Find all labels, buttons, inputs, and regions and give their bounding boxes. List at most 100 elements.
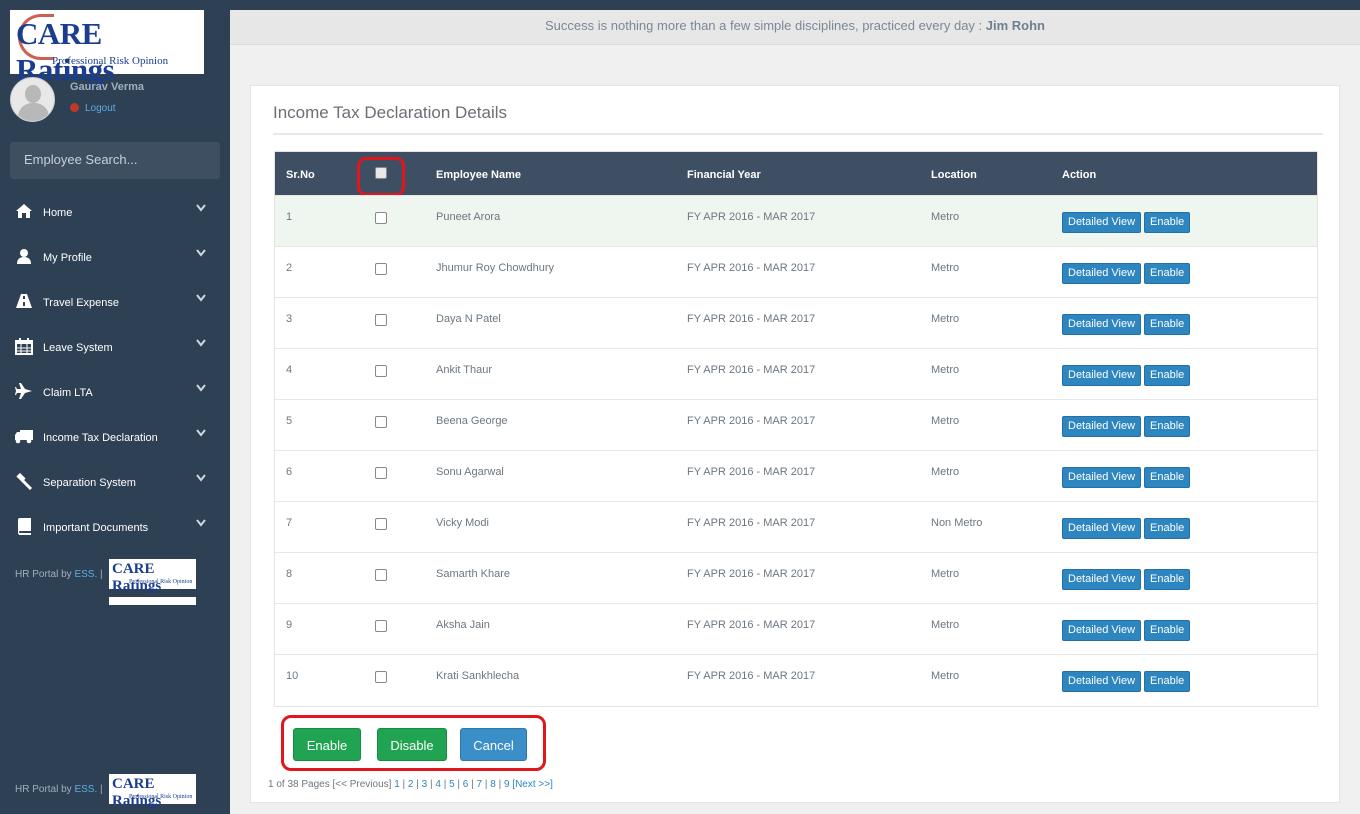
separator: | xyxy=(97,569,103,580)
disable-button[interactable]: Disable xyxy=(377,728,447,761)
avatar[interactable] xyxy=(10,77,55,122)
detailed-view-button[interactable]: Detailed View xyxy=(1062,518,1142,539)
status-dot-icon xyxy=(70,103,79,112)
cell-employee-name: Aksha Jain xyxy=(436,619,490,631)
cell-location: Metro xyxy=(931,364,960,376)
quote-author: Jim Rohn xyxy=(985,18,1045,33)
row-checkbox[interactable] xyxy=(375,569,387,581)
row-checkbox[interactable] xyxy=(375,620,387,632)
page-link-4[interactable]: 4 xyxy=(435,779,441,790)
cell-srno: 2 xyxy=(286,262,293,274)
enable-row-button[interactable]: Enable xyxy=(1144,569,1191,590)
page-summary: 1 of 38 Pages xyxy=(268,779,333,790)
page-link-6[interactable]: 6 xyxy=(463,779,469,790)
cancel-button[interactable]: Cancel xyxy=(460,728,527,761)
detailed-view-button[interactable]: Detailed View xyxy=(1062,263,1142,284)
enable-row-button[interactable]: Enable xyxy=(1144,671,1191,692)
book-icon xyxy=(14,518,34,536)
row-checkbox[interactable] xyxy=(375,365,387,377)
detailed-view-button[interactable]: Detailed View xyxy=(1062,212,1142,233)
cell-financial-year: FY APR 2016 - MAR 2017 xyxy=(687,211,816,223)
enable-row-button[interactable]: Enable xyxy=(1144,365,1191,386)
row-checkbox[interactable] xyxy=(375,416,387,428)
page-title: Income Tax Declaration Details xyxy=(273,103,508,122)
cell-srno: 7 xyxy=(286,517,293,529)
row-checkbox[interactable] xyxy=(375,671,387,683)
table-row: 7 Vicky Modi FY APR 2016 - MAR 2017 Non … xyxy=(275,501,1317,552)
sidebar-item-income-tax-declaration[interactable]: Income Tax Declaration xyxy=(0,415,230,460)
row-checkbox[interactable] xyxy=(375,314,387,326)
mini-logo-tagline: Professional Risk Opinion xyxy=(129,579,193,585)
hr-portal-credit-bottom: HR Portal by ESS. | xyxy=(15,784,103,795)
page-link-9[interactable]: 9 xyxy=(504,779,510,790)
detailed-view-button[interactable]: Detailed View xyxy=(1062,620,1142,641)
mini-logo-brand: CARE Ratings xyxy=(112,776,162,809)
sidebar-item-important-documents[interactable]: Important Documents xyxy=(0,505,230,550)
select-all-checkbox[interactable] xyxy=(375,167,387,179)
detailed-view-button[interactable]: Detailed View xyxy=(1062,467,1142,488)
page-link-3[interactable]: 3 xyxy=(422,779,428,790)
row-checkbox[interactable] xyxy=(375,263,387,275)
enable-row-button[interactable]: Enable xyxy=(1144,416,1191,437)
hr-portal-credit: HR Portal by ESS. | xyxy=(15,569,103,580)
logo-tagline: Professional Risk Opinion xyxy=(52,55,169,67)
employee-search-input[interactable]: Employee Search... xyxy=(10,142,220,179)
care-ratings-logo[interactable]: CARE Ratings Professional Risk Opinion xyxy=(10,10,204,87)
page-link-5[interactable]: 5 xyxy=(449,779,455,790)
enable-row-button[interactable]: Enable xyxy=(1144,620,1191,641)
sidebar: CARE Ratings Professional Risk Opinion G… xyxy=(0,0,230,814)
chevron-down-icon xyxy=(196,338,206,350)
enable-button[interactable]: Enable xyxy=(293,728,361,761)
cell-srno: 1 xyxy=(286,211,293,223)
table-row: 4 Ankit Thaur FY APR 2016 - MAR 2017 Met… xyxy=(275,348,1317,399)
cell-location: Metro xyxy=(931,466,960,478)
calendar-icon xyxy=(14,338,34,356)
detailed-view-button[interactable]: Detailed View xyxy=(1062,671,1142,692)
sidebar-item-label: Separation System xyxy=(43,477,136,489)
enable-row-button[interactable]: Enable xyxy=(1144,467,1191,488)
cell-employee-name: Beena George xyxy=(436,415,508,427)
sidebar-item-leave-system[interactable]: Leave System xyxy=(0,325,230,370)
mini-logo-tagline: Professional Risk Opinion xyxy=(129,794,193,800)
detailed-view-button[interactable]: Detailed View xyxy=(1062,365,1142,386)
ess-link[interactable]: ESS. xyxy=(74,569,97,580)
sidebar-item-claim-lta[interactable]: Claim LTA xyxy=(0,370,230,415)
enable-row-button[interactable]: Enable xyxy=(1144,212,1191,233)
ess-link[interactable]: ESS. xyxy=(74,784,97,795)
enable-row-button[interactable]: Enable xyxy=(1144,263,1191,284)
row-checkbox[interactable] xyxy=(375,518,387,530)
income-tax-panel: Income Tax Declaration Details Sr.No Emp… xyxy=(250,85,1340,803)
sidebar-item-travel-expense[interactable]: Travel Expense xyxy=(0,280,230,325)
next-page-link[interactable]: [Next >>] xyxy=(512,779,553,790)
page-link-2[interactable]: 2 xyxy=(408,779,414,790)
col-employee-name: Employee Name xyxy=(436,169,521,181)
cell-employee-name: Sonu Agarwal xyxy=(436,466,504,478)
table-row: 8 Samarth Khare FY APR 2016 - MAR 2017 M… xyxy=(275,552,1317,603)
avatar-body xyxy=(18,103,49,121)
enable-row-button[interactable]: Enable xyxy=(1144,314,1191,335)
cell-srno: 9 xyxy=(286,619,293,631)
page-link-1[interactable]: 1 xyxy=(394,779,400,790)
table-row: 5 Beena George FY APR 2016 - MAR 2017 Me… xyxy=(275,399,1317,450)
cell-employee-name: Daya N Patel xyxy=(436,313,501,325)
sidebar-item-separation-system[interactable]: Separation System xyxy=(0,460,230,505)
page-link-7[interactable]: 7 xyxy=(477,779,483,790)
detailed-view-button[interactable]: Detailed View xyxy=(1062,416,1142,437)
row-checkbox[interactable] xyxy=(375,212,387,224)
cell-srno: 10 xyxy=(286,670,299,682)
sidebar-item-home[interactable]: Home xyxy=(0,190,230,235)
detailed-view-button[interactable]: Detailed View xyxy=(1062,569,1142,590)
logout-link[interactable]: Logout xyxy=(70,103,116,114)
previous-page-link[interactable]: [<< Previous] xyxy=(333,779,392,790)
table-row: 2 Jhumur Roy Chowdhury FY APR 2016 - MAR… xyxy=(275,246,1317,297)
sidebar-item-my-profile[interactable]: My Profile xyxy=(0,235,230,280)
mini-logo-brand: CARE Ratings xyxy=(112,561,162,594)
cell-srno: 4 xyxy=(286,364,293,376)
cell-financial-year: FY APR 2016 - MAR 2017 xyxy=(687,364,816,376)
row-checkbox[interactable] xyxy=(375,467,387,479)
detailed-view-button[interactable]: Detailed View xyxy=(1062,314,1142,335)
page-link-8[interactable]: 8 xyxy=(490,779,496,790)
enable-row-button[interactable]: Enable xyxy=(1144,518,1191,539)
chevron-down-icon xyxy=(196,293,206,305)
user-icon xyxy=(14,248,34,266)
